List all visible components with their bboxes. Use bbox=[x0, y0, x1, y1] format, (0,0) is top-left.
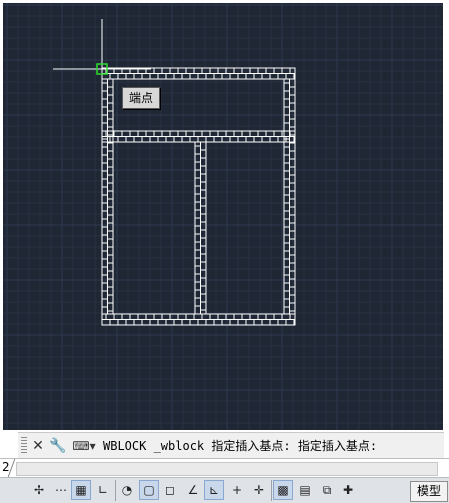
wall-center bbox=[194, 141, 207, 315]
status-separator bbox=[115, 480, 116, 501]
lineweight-icon[interactable]: ✛ bbox=[250, 481, 268, 499]
layout-tab-strip: 2 bbox=[0, 458, 449, 477]
object-snap-tracking-icon[interactable]: ∠ bbox=[184, 481, 202, 499]
annotation-monitor-icon[interactable]: ✚ bbox=[339, 481, 357, 499]
close-icon[interactable]: ✕ bbox=[29, 437, 47, 455]
snap-mode-icon[interactable]: ⋯ bbox=[52, 481, 70, 499]
object-snap-icon[interactable]: ▢ bbox=[139, 480, 159, 500]
3d-object-snap-icon[interactable]: ◻ bbox=[161, 481, 179, 499]
quick-properties-icon[interactable]: ▤ bbox=[296, 481, 314, 499]
polar-tracking-icon[interactable]: ◔ bbox=[118, 481, 136, 499]
command-history-icon[interactable]: ⌨▾ bbox=[71, 437, 97, 455]
grid-minor bbox=[3, 3, 443, 430]
dynamic-ucs-icon[interactable]: ⊾ bbox=[204, 480, 224, 500]
ortho-mode-icon[interactable]: ∟ bbox=[94, 481, 112, 499]
wall-top bbox=[101, 67, 296, 80]
wall-bottom bbox=[101, 313, 296, 326]
command-line[interactable]: ✕ 🔧 ⌨▾ WBLOCK _wblock 指定插入基点: 指定插入基点: bbox=[18, 432, 444, 459]
horizontal-scrollbar[interactable] bbox=[16, 462, 438, 476]
drawing-canvas[interactable]: 端点 bbox=[3, 3, 443, 430]
infer-constraints-icon[interactable]: ✢ bbox=[30, 481, 48, 499]
model-space-button[interactable]: 模型 bbox=[410, 481, 448, 502]
osnap-endpoint-tooltip: 端点 bbox=[122, 87, 161, 109]
wall-left bbox=[101, 78, 114, 315]
grid-display-icon[interactable]: ▦ bbox=[71, 480, 91, 500]
transparency-icon[interactable]: ▩ bbox=[273, 480, 293, 500]
selection-cycling-icon[interactable]: ⧉ bbox=[318, 481, 336, 499]
status-separator bbox=[271, 480, 272, 501]
dynamic-input-icon[interactable]: + bbox=[228, 481, 246, 499]
command-line-grip-handle[interactable] bbox=[21, 436, 27, 455]
wall-middle bbox=[101, 130, 296, 143]
command-prompt-text[interactable]: WBLOCK _wblock 指定插入基点: 指定插入基点: bbox=[103, 437, 377, 454]
drawing-area[interactable] bbox=[3, 3, 443, 430]
wrench-icon[interactable]: 🔧 bbox=[49, 437, 67, 455]
status-bar: ✢ ⋯ ▦ ∟ ◔ ▢ ◻ ∠ ⊾ + ✛ ▩ ▤ ⧉ ✚ 模型 bbox=[0, 477, 449, 503]
